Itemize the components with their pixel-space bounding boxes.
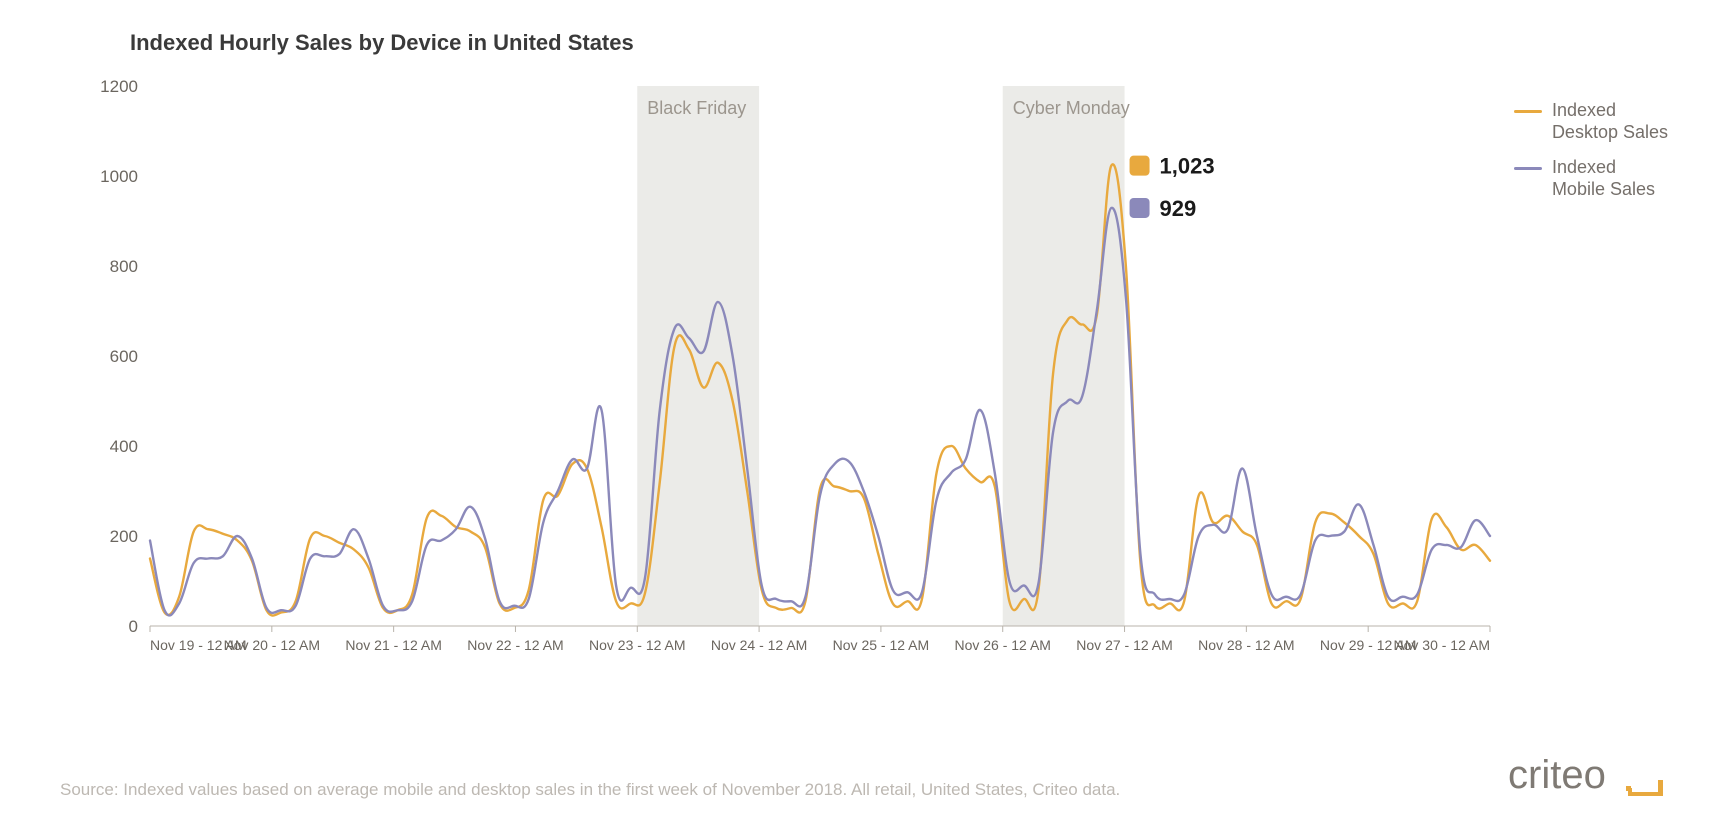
legend-swatch [1514, 110, 1542, 113]
highlight-band [637, 86, 759, 626]
legend-item: IndexedDesktop Sales [1514, 100, 1668, 143]
y-tick-label: 0 [129, 617, 138, 636]
x-tick-label: Nov 22 - 12 AM [467, 637, 564, 653]
data-label-swatch [1130, 198, 1150, 218]
legend: IndexedDesktop Sales IndexedMobile Sales [1514, 100, 1668, 214]
series-line [150, 208, 1490, 616]
chart-title: Indexed Hourly Sales by Device in United… [130, 30, 1668, 56]
x-tick-label: Nov 24 - 12 AM [711, 637, 808, 653]
y-tick-label: 800 [110, 257, 138, 276]
x-tick-label: Nov 28 - 12 AM [1198, 637, 1295, 653]
footer: Source: Indexed values based on average … [60, 750, 1668, 800]
y-tick-label: 1200 [100, 77, 138, 96]
x-tick-label: Nov 21 - 12 AM [345, 637, 442, 653]
legend-label: IndexedDesktop Sales [1552, 100, 1668, 143]
x-tick-label: Nov 20 - 12 AM [224, 637, 321, 653]
svg-text:criteo: criteo [1508, 753, 1606, 797]
chart-container: Indexed Hourly Sales by Device in United… [0, 0, 1728, 826]
data-label-swatch [1130, 156, 1150, 176]
plot-area: Black Friday Cyber Monday 0 200 400 600 800 100… [80, 66, 1500, 656]
highlight-band [1003, 86, 1125, 626]
band-label: Black Friday [647, 98, 746, 118]
series-line [150, 164, 1490, 615]
y-tick-label: 200 [110, 527, 138, 546]
x-tick-label: Nov 26 - 12 AM [954, 637, 1051, 653]
criteo-logo: criteo [1508, 750, 1668, 800]
legend-item: IndexedMobile Sales [1514, 157, 1668, 200]
legend-label: IndexedMobile Sales [1552, 157, 1655, 200]
band-label: Cyber Monday [1013, 98, 1130, 118]
x-tick-label: Nov 23 - 12 AM [589, 637, 686, 653]
data-label: 929 [1160, 196, 1197, 221]
logo-icon: criteo [1508, 750, 1668, 800]
x-tick-label: Nov 27 - 12 AM [1076, 637, 1173, 653]
legend-swatch [1514, 167, 1542, 170]
data-label: 1,023 [1160, 154, 1215, 179]
x-tick-label: Nov 30 - 12 AM [1394, 637, 1491, 653]
y-tick-label: 1000 [100, 167, 138, 186]
source-text: Source: Indexed values based on average … [60, 780, 1120, 800]
x-tick-label: Nov 25 - 12 AM [833, 637, 930, 653]
chart-svg: Black Friday Cyber Monday 0 200 400 600 800 100… [80, 66, 1500, 706]
y-tick-label: 600 [110, 347, 138, 366]
y-tick-label: 400 [110, 437, 138, 456]
